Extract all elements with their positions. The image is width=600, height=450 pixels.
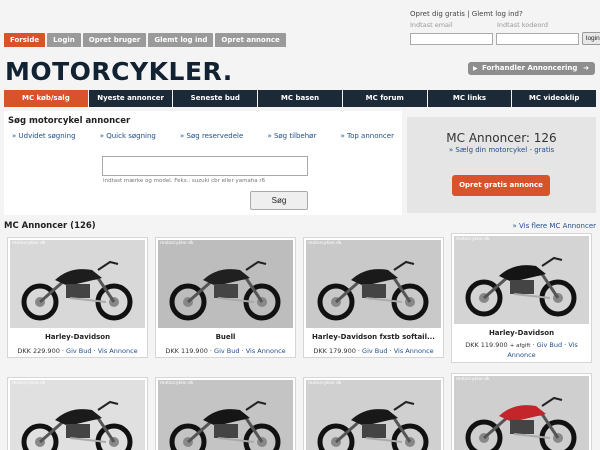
listing-photo[interactable]: motorcykler.dk bbox=[158, 380, 293, 450]
give-bid-link[interactable]: Giv Bud bbox=[214, 347, 239, 355]
login-box: Opret dig gratis | Glemt log ind? Indtas… bbox=[410, 10, 600, 45]
listing-card[interactable]: motorcykler.dk bbox=[451, 373, 592, 450]
search-title: Søg motorcykel annoncer bbox=[8, 116, 131, 126]
listing-card[interactable]: motorcykler.dk Buell DKK 119.900 · Giv Bud… bbox=[155, 237, 296, 358]
more-listings-link[interactable]: » Vis flere MC Annoncer bbox=[513, 222, 597, 230]
password-label: Indtast kodeord bbox=[497, 21, 548, 29]
nav-item-mc-forum[interactable]: MC forum bbox=[342, 90, 427, 107]
listing-title[interactable]: Harley-Davidson fxstb softail... bbox=[306, 333, 441, 341]
listing-card[interactable]: motorcykler.dk Harley-Davidson DKK 119.900… bbox=[451, 233, 592, 363]
watermark: motorcykler.dk bbox=[12, 241, 46, 246]
tab-login[interactable]: Login bbox=[47, 33, 81, 47]
advanced-search-link[interactable]: » Udvidet søgning bbox=[12, 132, 76, 140]
listing-card[interactable]: motorcykler.dk bbox=[7, 377, 148, 450]
listing-title[interactable]: Buell bbox=[158, 333, 293, 341]
search-input[interactable] bbox=[102, 156, 308, 176]
tab-forside[interactable]: Forside bbox=[4, 33, 46, 47]
login-labels: Indtast email Indtast kodeord bbox=[410, 21, 596, 29]
give-bid-link[interactable]: Giv Bud bbox=[362, 347, 387, 355]
nav-item-mc-basen[interactable]: MC basen bbox=[258, 90, 342, 107]
watermark: motorcykler.dk bbox=[12, 381, 46, 386]
listing-card[interactable]: motorcykler.dk bbox=[303, 377, 444, 450]
search-button[interactable]: Søg bbox=[250, 191, 308, 210]
listing-meta: DKK 179.900 · Giv Bud · Vis Annonce bbox=[313, 347, 434, 355]
forgot-login-link[interactable]: Glemt log ind? bbox=[472, 10, 523, 18]
ad-count: MC Annoncer: 126 bbox=[446, 131, 557, 145]
watermark: motorcykler.dk bbox=[456, 377, 490, 382]
listing-photo[interactable]: motorcykler.dk bbox=[10, 240, 145, 328]
view-ad-link[interactable]: Vis Annonce bbox=[98, 347, 138, 355]
listing-photo[interactable]: motorcykler.dk bbox=[454, 236, 589, 324]
tab-glemt-log-ind[interactable]: Glemt log ind bbox=[148, 33, 214, 47]
listing-meta: DKK 229.900 · Giv Bud · Vis Annonce bbox=[17, 347, 138, 355]
watermark: motorcykler.dk bbox=[160, 241, 194, 246]
listing-meta: DKK 119.900 + afgift · Giv Bud · Vis Ann… bbox=[465, 341, 578, 359]
top-ads-link[interactable]: » Top annoncer bbox=[341, 132, 394, 140]
listing-photo[interactable]: motorcykler.dk bbox=[158, 240, 293, 328]
nav-item-seneste-bud[interactable]: Seneste bud bbox=[173, 90, 258, 107]
nav-item-mc-videoklip[interactable]: MC videoklip bbox=[512, 90, 597, 107]
tab-opret-annonce[interactable]: Opret annonce bbox=[215, 33, 286, 47]
quick-search-link[interactable]: » Quick søgning bbox=[100, 132, 156, 140]
password-field[interactable] bbox=[496, 32, 579, 45]
search-panel: Søg motorcykel annoncer » Udvidet søgnin… bbox=[4, 111, 402, 215]
caret-icon: ▶ bbox=[473, 65, 478, 72]
listing-photo[interactable]: motorcykler.dk bbox=[306, 380, 441, 450]
dealer-ads-label: Forhandler Annoncering bbox=[482, 64, 578, 72]
listing-title[interactable]: Harley-Davidson bbox=[10, 333, 145, 341]
listing-meta: DKK 119.900 · Giv Bud · Vis Annonce bbox=[165, 347, 286, 355]
search-links: » Udvidet søgning » Quick søgning » Søg … bbox=[4, 132, 402, 140]
login-inputs: login bbox=[410, 32, 600, 45]
email-label: Indtast email bbox=[410, 21, 453, 29]
top-bar: Forside Login Opret bruger Glemt log ind… bbox=[0, 0, 600, 48]
nav-item-mc-koeb-salg[interactable]: MC køb/salg bbox=[4, 90, 88, 107]
view-ad-link[interactable]: Vis Annonce bbox=[394, 347, 434, 355]
listings-heading: MC Annoncer (126) bbox=[4, 221, 96, 231]
listing-price-extra: + afgift bbox=[509, 343, 531, 349]
listing-card[interactable]: motorcykler.dk Harley-Davidson DKK 229.900… bbox=[7, 237, 148, 358]
parts-search-link[interactable]: » Søg reservedele bbox=[180, 132, 243, 140]
login-separator: | bbox=[464, 10, 472, 18]
give-bid-link[interactable]: Giv Bud bbox=[537, 341, 562, 349]
create-free-ad-button[interactable]: Opret gratis annonce bbox=[452, 175, 550, 196]
watermark: motorcykler.dk bbox=[308, 241, 342, 246]
dealer-ads-button[interactable]: ▶ Forhandler Annoncering ➜ bbox=[468, 62, 595, 75]
listing-photo[interactable]: motorcykler.dk bbox=[10, 380, 145, 450]
nav-item-mc-links[interactable]: MC links bbox=[427, 90, 512, 107]
listing-title[interactable]: Harley-Davidson bbox=[454, 329, 589, 337]
tab-opret-bruger[interactable]: Opret bruger bbox=[82, 33, 147, 47]
nav-item-nyeste-annoncer[interactable]: Nyeste annoncer bbox=[88, 90, 173, 107]
listing-card[interactable]: motorcykler.dk bbox=[155, 377, 296, 450]
login-button[interactable]: login bbox=[582, 32, 600, 45]
give-bid-link[interactable]: Giv Bud bbox=[66, 347, 91, 355]
listing-price: DKK 179.900 bbox=[313, 347, 356, 355]
view-ad-link[interactable]: Vis Annonce bbox=[246, 347, 286, 355]
search-hint: Indtast mærke og model. Feks.: suzuki cb… bbox=[103, 178, 266, 184]
listing-card[interactable]: motorcykler.dk Harley-Davidson fxstb soft… bbox=[303, 237, 444, 358]
ad-count-panel: MC Annoncer: 126 » Sælg din motorcykel -… bbox=[407, 117, 596, 213]
create-account-link[interactable]: Opret dig gratis bbox=[410, 10, 465, 18]
listing-price: DKK 229.900 bbox=[17, 347, 60, 355]
listing-price: DKK 119.900 bbox=[165, 347, 208, 355]
watermark: motorcykler.dk bbox=[308, 381, 342, 386]
site-logo[interactable]: MOTORCYKLER. bbox=[5, 57, 233, 86]
login-links: Opret dig gratis | Glemt log ind? bbox=[410, 10, 596, 18]
top-tabs: Forside Login Opret bruger Glemt log ind… bbox=[4, 33, 288, 47]
accessories-search-link[interactable]: » Søg tilbehør bbox=[267, 132, 316, 140]
listing-photo[interactable]: motorcykler.dk bbox=[454, 376, 589, 450]
watermark: motorcykler.dk bbox=[456, 237, 490, 242]
listing-price: DKK 119.900 bbox=[465, 341, 508, 349]
sell-motorcycle-link[interactable]: » Sælg din motorcykel - gratis bbox=[449, 146, 554, 154]
listing-photo[interactable]: motorcykler.dk bbox=[306, 240, 441, 328]
email-field[interactable] bbox=[410, 32, 493, 45]
watermark: motorcykler.dk bbox=[160, 381, 194, 386]
arrow-right-icon: ➜ bbox=[583, 64, 589, 72]
main-nav: MC køb/salg Nyeste annoncer Seneste bud … bbox=[4, 90, 597, 107]
